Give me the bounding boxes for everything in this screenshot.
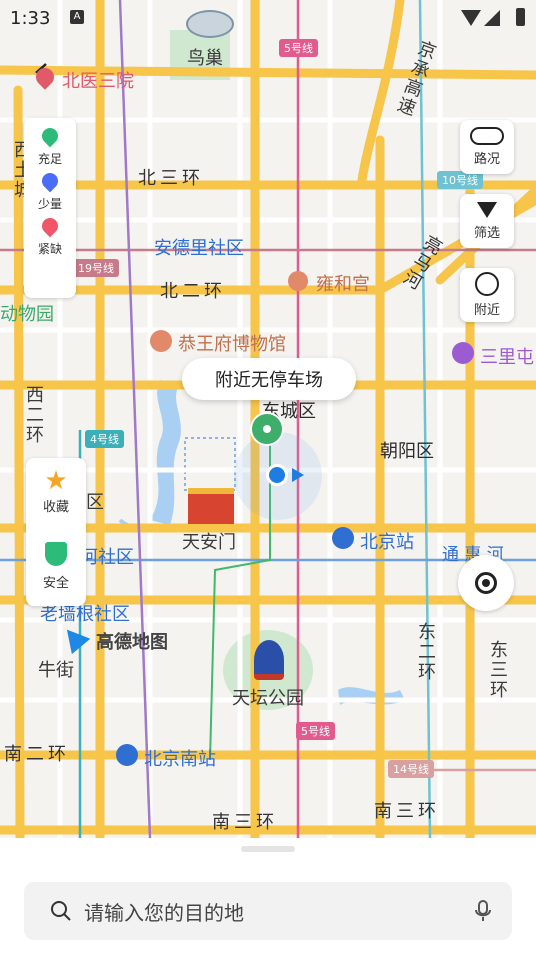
station-icon — [332, 527, 354, 549]
nearby-label: 附近 — [473, 303, 500, 318]
favorite-button[interactable]: ★ 收藏 — [26, 466, 86, 526]
destination-search[interactable]: 请输入您的目的地 — [24, 882, 512, 940]
traffic-label: 路况 — [473, 152, 500, 167]
label-beisanhuan: 北三环 — [138, 168, 204, 189]
shield-icon — [45, 542, 67, 566]
destination-pin-icon — [250, 412, 284, 446]
nearby-button[interactable]: 附近 — [460, 268, 514, 322]
status-bar: 1:33 A — [0, 0, 536, 36]
label-qu: 区 — [86, 492, 104, 513]
label-niaochao: 鸟巢 — [187, 48, 223, 69]
legend-label-scarce: 紧缺 — [37, 242, 62, 256]
parking-tooltip: 附近无停车场 — [182, 358, 356, 400]
legend-label-few: 少量 — [37, 197, 62, 211]
label-gongwangfu: 恭王府博物馆 — [178, 334, 286, 355]
status-time: 1:33 — [10, 8, 51, 29]
legend-label-sufficient: 充足 — [37, 152, 62, 166]
label-nansanhuan-mid: 南三环 — [212, 812, 278, 833]
heading-arrow-icon — [292, 468, 304, 482]
label-tiananmen: 天安门 — [182, 532, 236, 553]
cell-signal-icon — [484, 10, 500, 26]
legend-item-few: 少量 — [24, 169, 76, 212]
label-dongsanhuan: 东三环 — [487, 640, 508, 700]
filter-icon — [477, 201, 497, 218]
label-gaode: 高德地图 — [96, 632, 168, 653]
label-beijingnan: 北京南站 — [144, 749, 216, 770]
traffic-button[interactable]: 路况 — [460, 120, 514, 174]
legend-item-sufficient: 充足 — [24, 124, 76, 167]
line-tag-14: 14号线 — [388, 760, 434, 778]
label-nanerhuan: 南二环 — [4, 744, 70, 765]
tiantan-icon — [254, 640, 284, 680]
shopping-icon — [452, 342, 474, 364]
pin-red-icon — [38, 214, 62, 238]
search-icon — [51, 901, 71, 921]
status-badge: A — [70, 10, 84, 24]
battery-icon — [516, 8, 525, 26]
locate-button[interactable] — [458, 555, 514, 611]
label-andingli: 安德里社区 — [154, 238, 244, 259]
label-dongwuyuan: 动物园 — [0, 304, 54, 325]
line-tag-5a: 5号线 — [279, 39, 318, 57]
star-icon: ★ — [44, 466, 68, 496]
parking-legend: 充足 少量 紧缺 — [24, 118, 76, 298]
label-beiyi: 北医三院 — [62, 71, 134, 92]
label-dongerhuan: 东二环 — [415, 622, 436, 682]
south-station-icon — [116, 744, 138, 766]
filter-button[interactable]: 筛选 — [460, 194, 514, 248]
line-tag-5b: 5号线 — [296, 722, 335, 740]
legend-item-scarce: 紧缺 — [24, 214, 76, 257]
label-niujie: 牛街 — [38, 660, 74, 681]
museum-icon — [150, 330, 172, 352]
search-input[interactable]: 请输入您的目的地 — [84, 897, 474, 926]
traffic-icon — [470, 127, 504, 145]
label-tiantan: 天坛公园 — [232, 688, 304, 709]
sheet-handle[interactable] — [241, 846, 295, 852]
label-yonghegong: 雍和宫 — [316, 274, 370, 295]
filter-label: 筛选 — [473, 225, 500, 241]
bottom-sheet: 请输入您的目的地 — [0, 838, 536, 954]
map-view[interactable]: 1:33 A 鸟巢 北医三院 京承高速 北三环 北二环 安德里社区 雍和宫 恭王… — [0, 0, 536, 838]
label-heshequ: 河社区 — [80, 547, 134, 568]
label-chaoyang: 朝阳区 — [380, 441, 434, 462]
microphone-icon[interactable] — [474, 899, 492, 923]
compass-icon — [475, 272, 499, 296]
niaochao-icon — [186, 10, 234, 38]
left-controls: ★ 收藏 安全 — [26, 458, 86, 606]
line-tag-4: 4号线 — [85, 430, 124, 448]
label-xierhuan: 西二环 — [23, 385, 44, 445]
label-beijingzhan: 北京站 — [360, 532, 414, 553]
current-location-icon — [266, 464, 288, 486]
favorite-label: 收藏 — [42, 500, 69, 515]
label-sanlitun: 三里屯 — [480, 347, 534, 368]
safety-label: 安全 — [42, 576, 69, 591]
temple-icon — [288, 271, 308, 291]
wifi-icon — [461, 10, 481, 26]
label-beierhuan: 北二环 — [160, 281, 226, 302]
line-tag-19: 19号线 — [73, 259, 119, 277]
pin-green-icon — [38, 124, 62, 148]
pin-blue-icon — [38, 169, 62, 193]
safety-button[interactable]: 安全 — [26, 540, 86, 600]
tiananmen-icon — [188, 488, 234, 524]
label-nansanhuan-right: 南三环 — [374, 801, 440, 822]
